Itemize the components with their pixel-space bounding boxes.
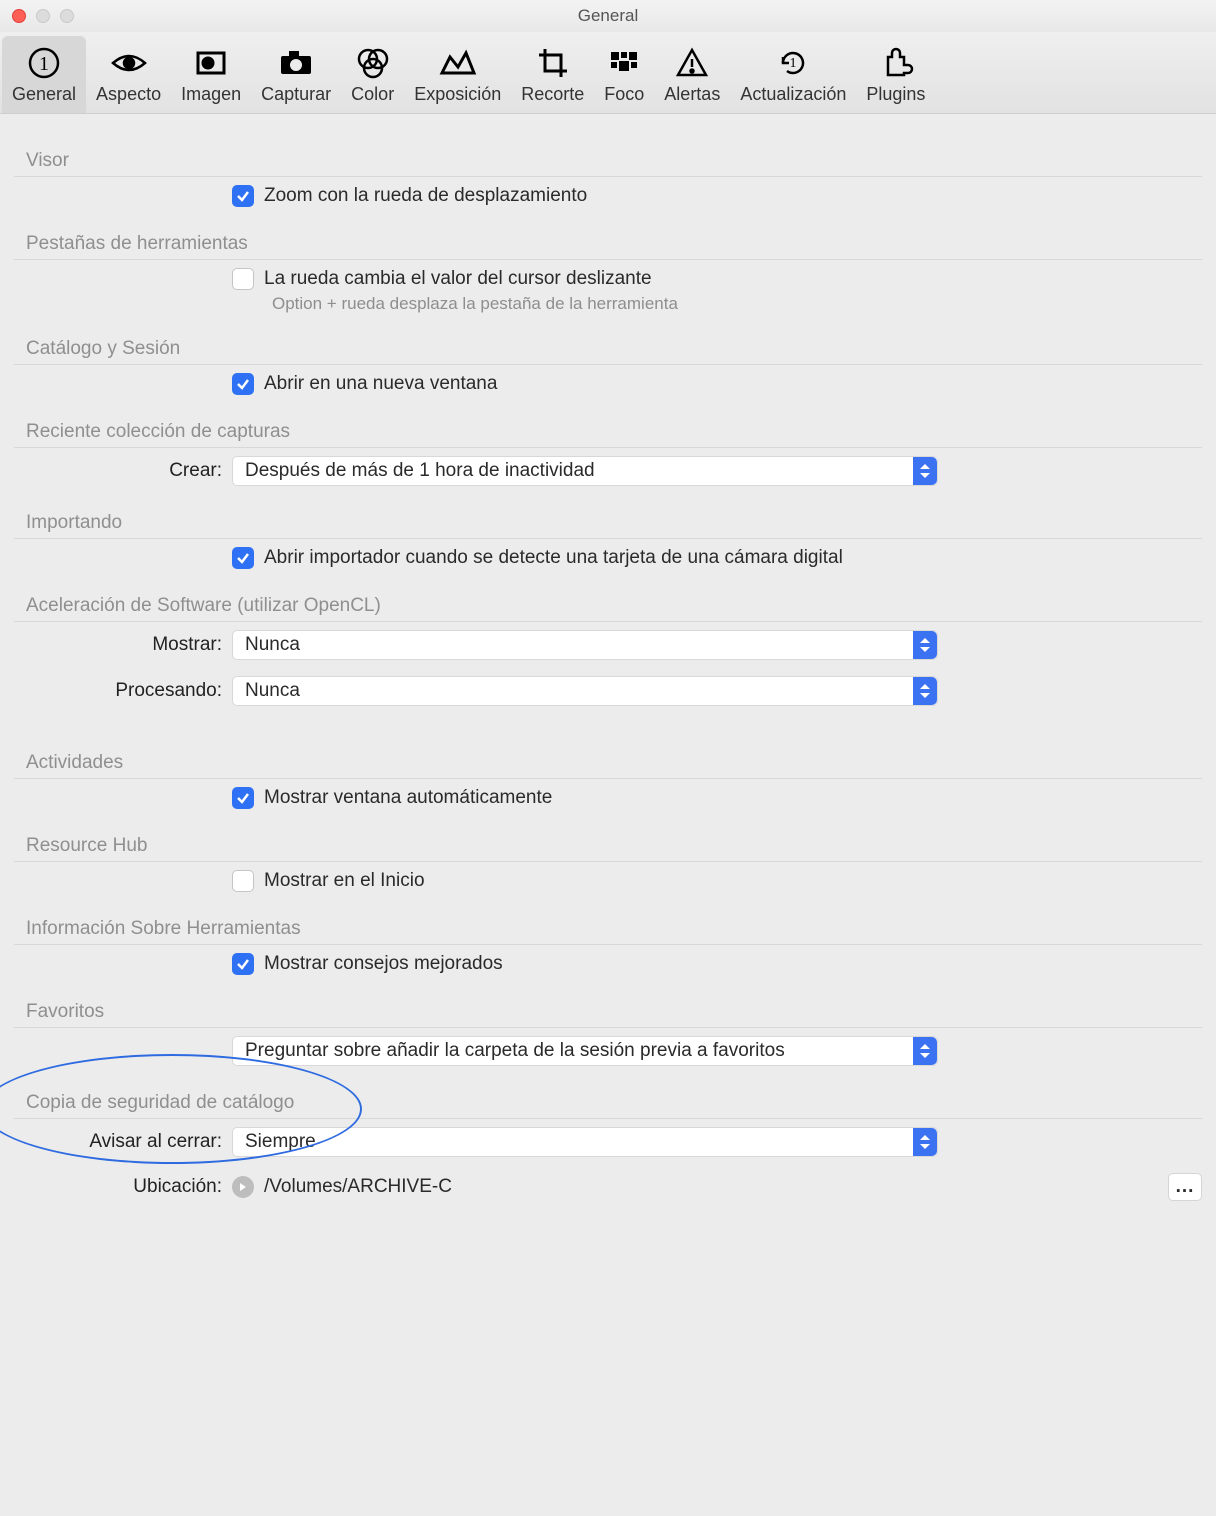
- tab-general[interactable]: 1 General: [2, 36, 86, 113]
- section-backup: Copia de seguridad de catálogo: [14, 1074, 1202, 1119]
- select-create-collection[interactable]: Después de más de 1 hora de inactividad: [232, 456, 938, 486]
- prefs-content: Visor Zoom con la rueda de desplazamient…: [0, 114, 1216, 1249]
- checkbox-open-new-window[interactable]: [232, 373, 254, 395]
- path-arrow-icon: [232, 1176, 254, 1198]
- crop-icon: [535, 42, 571, 84]
- select-favorites-value: Preguntar sobre añadir la carpeta de la …: [245, 1040, 785, 1062]
- select-opencl-proc-value: Nunca: [245, 680, 300, 702]
- plugin-icon: [878, 42, 914, 84]
- tab-label: Color: [351, 84, 394, 105]
- section-importing: Importando: [14, 494, 1202, 539]
- browse-button[interactable]: ...: [1168, 1173, 1202, 1201]
- checkbox-zoom-scroll[interactable]: [232, 185, 254, 207]
- prefs-toolbar: 1 General Aspecto Imagen Capturar Color …: [0, 32, 1216, 114]
- image-icon: [193, 42, 229, 84]
- tab-foco[interactable]: Foco: [594, 36, 654, 113]
- select-favorites[interactable]: Preguntar sobre añadir la carpeta de la …: [232, 1036, 938, 1066]
- select-opencl-show-value: Nunca: [245, 634, 300, 656]
- window-title: General: [0, 6, 1216, 26]
- backup-loc-label: Ubicación:: [14, 1176, 232, 1198]
- titlebar: General: [0, 0, 1216, 32]
- backup-path: /Volumes/ARCHIVE-C: [264, 1176, 452, 1198]
- tab-imagen[interactable]: Imagen: [171, 36, 251, 113]
- checkbox-show-start[interactable]: [232, 870, 254, 892]
- tab-alertas[interactable]: Alertas: [654, 36, 730, 113]
- tab-label: Capturar: [261, 84, 331, 105]
- tab-label: Foco: [604, 84, 644, 105]
- opencl-proc-label: Procesando:: [14, 680, 232, 702]
- checkbox-enhanced-tips[interactable]: [232, 953, 254, 975]
- select-create-value: Después de más de 1 hora de inactividad: [245, 460, 595, 482]
- tab-label: Exposición: [414, 84, 501, 105]
- tab-plugins[interactable]: Plugins: [856, 36, 935, 113]
- select-backup-close[interactable]: Siempre: [232, 1127, 938, 1157]
- section-favorites: Favoritos: [14, 983, 1202, 1028]
- section-tooltips: Información Sobre Herramientas: [14, 900, 1202, 945]
- tab-label: Alertas: [664, 84, 720, 105]
- tab-exposicion[interactable]: Exposición: [404, 36, 511, 113]
- tab-aspecto[interactable]: Aspecto: [86, 36, 171, 113]
- checkbox-open-importer-label: Abrir importador cuando se detecte una t…: [264, 547, 843, 569]
- checkbox-show-start-label: Mostrar en el Inicio: [264, 870, 425, 892]
- create-label: Crear:: [14, 460, 232, 482]
- color-icon: [354, 42, 392, 84]
- exposure-icon: [438, 42, 478, 84]
- eye-icon: [109, 42, 149, 84]
- alert-icon: [674, 42, 710, 84]
- checkbox-open-importer[interactable]: [232, 547, 254, 569]
- tab-capturar[interactable]: Capturar: [251, 36, 341, 113]
- select-backup-close-value: Siempre: [245, 1131, 316, 1153]
- section-visor: Visor: [14, 132, 1202, 177]
- camera-icon: [277, 42, 315, 84]
- section-resource-hub: Resource Hub: [14, 817, 1202, 862]
- tab-label: Actualización: [740, 84, 846, 105]
- tab-recorte[interactable]: Recorte: [511, 36, 594, 113]
- tab-color[interactable]: Color: [341, 36, 404, 113]
- section-opencl: Aceleración de Software (utilizar OpenCL…: [14, 577, 1202, 622]
- update-icon: 1: [775, 42, 811, 84]
- backup-close-label: Avisar al cerrar:: [14, 1131, 232, 1153]
- checkbox-enhanced-tips-label: Mostrar consejos mejorados: [264, 953, 503, 975]
- select-opencl-show[interactable]: Nunca: [232, 630, 938, 660]
- wheel-slider-hint: Option + rueda desplaza la pestaña de la…: [14, 294, 1202, 314]
- checkbox-wheel-slider-label: La rueda cambia el valor del cursor desl…: [264, 268, 652, 290]
- checkbox-auto-window[interactable]: [232, 787, 254, 809]
- section-recent-capture: Reciente colección de capturas: [14, 403, 1202, 448]
- tab-label: Imagen: [181, 84, 241, 105]
- svg-text:1: 1: [39, 53, 49, 75]
- section-tool-tabs: Pestañas de herramientas: [14, 215, 1202, 260]
- checkbox-zoom-scroll-label: Zoom con la rueda de desplazamiento: [264, 185, 587, 207]
- tab-label: Recorte: [521, 84, 584, 105]
- tab-label: Plugins: [866, 84, 925, 105]
- opencl-show-label: Mostrar:: [14, 634, 232, 656]
- section-catalog-session: Catálogo y Sesión: [14, 320, 1202, 365]
- tab-actualizacion[interactable]: 1 Actualización: [730, 36, 856, 113]
- focus-icon: [606, 42, 642, 84]
- checkbox-wheel-slider[interactable]: [232, 268, 254, 290]
- checkbox-open-new-window-label: Abrir en una nueva ventana: [264, 373, 497, 395]
- tab-label: General: [12, 84, 76, 105]
- tab-label: Aspecto: [96, 84, 161, 105]
- general-icon: 1: [26, 42, 62, 84]
- svg-text:1: 1: [790, 56, 797, 71]
- checkbox-auto-window-label: Mostrar ventana automáticamente: [264, 787, 552, 809]
- select-opencl-proc[interactable]: Nunca: [232, 676, 938, 706]
- section-activities: Actividades: [14, 734, 1202, 779]
